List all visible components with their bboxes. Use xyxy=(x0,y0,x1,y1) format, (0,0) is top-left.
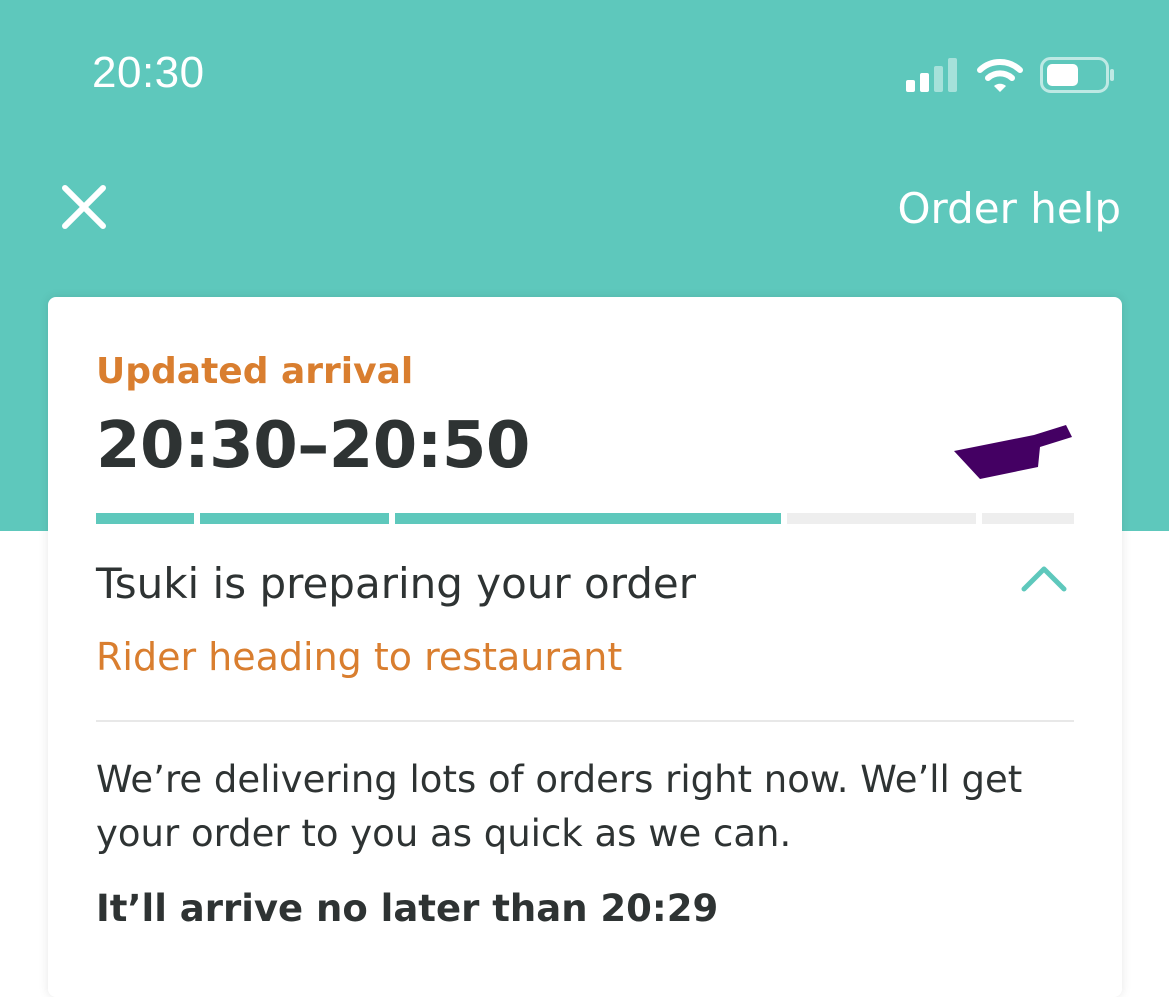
order-progress-bar xyxy=(96,513,1074,524)
close-icon xyxy=(62,185,106,229)
latest-arrival-text: It’ll arrive no later than 20:29 xyxy=(96,887,719,930)
rider-icon xyxy=(954,425,1072,479)
progress-segment xyxy=(96,513,194,524)
status-bar: 20:30 xyxy=(0,0,1169,150)
divider xyxy=(96,720,1074,722)
close-button[interactable] xyxy=(60,183,108,231)
progress-segment xyxy=(200,513,389,524)
status-time: 20:30 xyxy=(92,48,205,97)
preparing-status: Tsuki is preparing your order xyxy=(96,559,697,608)
chevron-up-icon[interactable] xyxy=(1020,563,1068,593)
arrival-window: 20:30–20:50 xyxy=(96,409,530,483)
rider-status: Rider heading to restaurant xyxy=(96,635,623,679)
progress-segment xyxy=(395,513,781,524)
wifi-icon xyxy=(977,59,1023,92)
order-help-link[interactable]: Order help xyxy=(898,184,1122,233)
progress-segment xyxy=(787,513,976,524)
order-status-card: Updated arrival 20:30–20:50 Tsuki is pre… xyxy=(48,297,1122,997)
updated-arrival-label: Updated arrival xyxy=(96,351,414,392)
cellular-signal-icon xyxy=(906,58,957,92)
delay-message: We’re delivering lots of orders right no… xyxy=(96,758,1023,855)
battery-icon xyxy=(1040,57,1114,93)
progress-segment xyxy=(982,513,1074,524)
